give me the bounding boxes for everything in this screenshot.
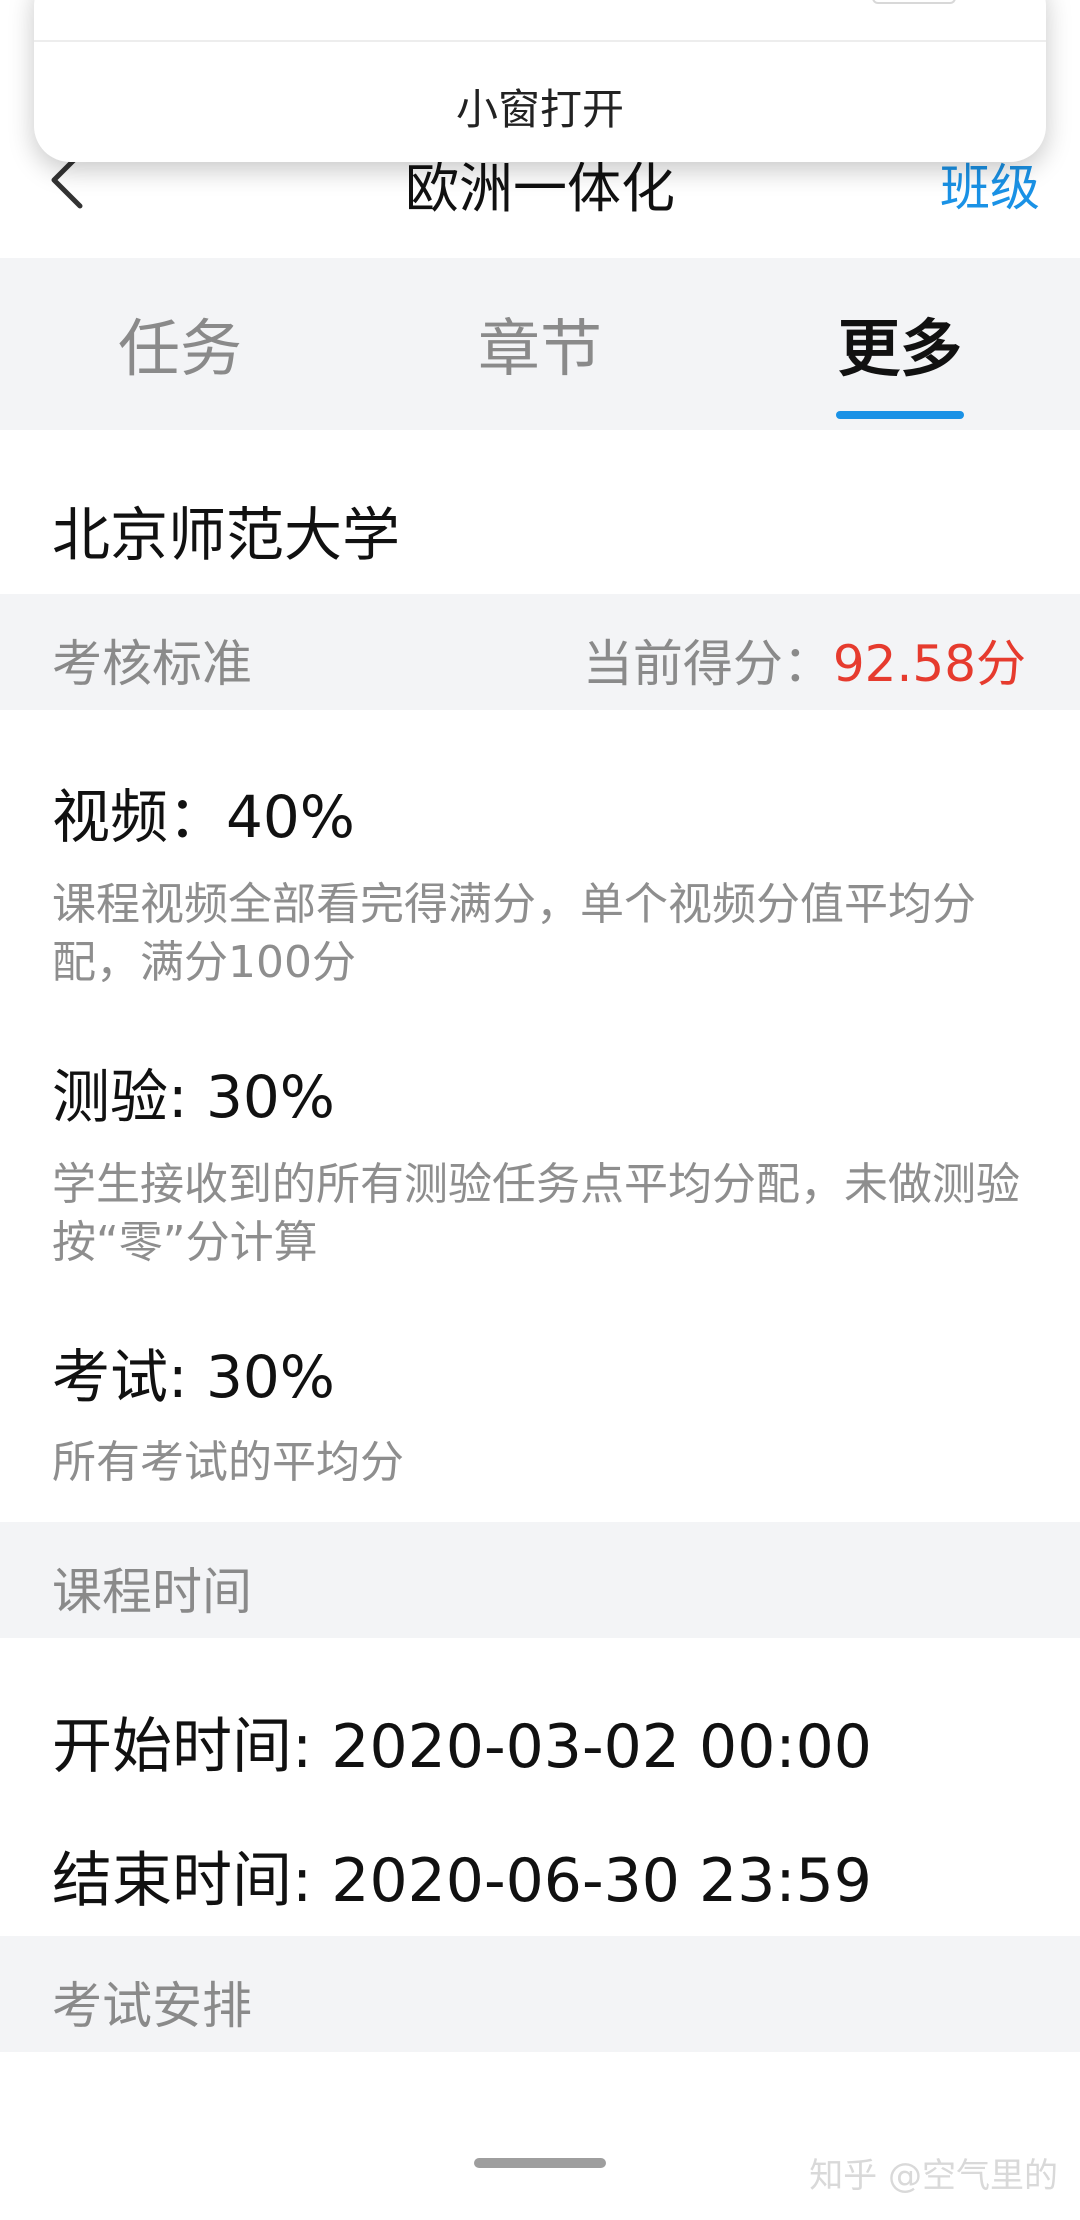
watermark-text: 知乎 @空气里的	[809, 2156, 1058, 2196]
tab-more[interactable]: 更多	[720, 298, 1080, 388]
current-score-label: 当前得分：	[582, 635, 833, 693]
popup-handle	[872, 0, 956, 4]
assessment-section-title: 考核标准	[52, 635, 252, 693]
end-time: 结束时间: 2020-06-30 23:59	[52, 1846, 872, 1916]
current-score: 当前得分：92.58分	[583, 624, 1026, 696]
tab-bar: 任务 章节 更多	[0, 258, 1080, 430]
tab-tasks[interactable]: 任务	[0, 298, 360, 388]
school-row: 北京师范大学	[0, 430, 1080, 594]
criteria-video-description: 课程视频全部看完得满分，单个视频分值平均分配，满分100分	[52, 879, 976, 988]
course-time-section-header: 课程时间	[0, 1522, 1080, 1638]
criteria-video-title: 视频：40%	[52, 783, 355, 851]
criteria-quiz-title: 测验: 30%	[52, 1063, 335, 1131]
school-name: 北京师范大学	[52, 501, 401, 569]
current-score-value: 92.58分	[832, 635, 1026, 693]
criteria-quiz-description: 学生接收到的所有测验任务点平均分配，未做测验按“零”分计算	[52, 1159, 1020, 1268]
exam-schedule-section-title: 考试安排	[52, 1977, 252, 2035]
criteria-exam-description: 所有考试的平均分	[52, 1437, 404, 1488]
popup-divider	[34, 40, 1046, 42]
start-time: 开始时间: 2020-03-02 00:00	[52, 1712, 872, 1782]
assessment-section-header: 考核标准 当前得分：92.58分	[0, 594, 1080, 710]
home-indicator[interactable]	[474, 2158, 606, 2168]
course-time-section-title: 课程时间	[52, 1563, 252, 1621]
exam-schedule-section-header: 考试安排	[0, 1936, 1080, 2052]
floating-popup-card: 小窗打开	[34, 0, 1046, 162]
criteria-exam-title: 考试: 30%	[52, 1343, 335, 1411]
course-detail-screen: 欧洲一体化 班级 小窗打开 任务 章节 更多 北京师范大学 考核标准 当前得分：…	[0, 0, 1080, 2220]
open-small-window-button[interactable]: 小窗打开	[34, 76, 1046, 137]
active-tab-indicator	[836, 411, 964, 419]
tab-chapters[interactable]: 章节	[360, 298, 720, 388]
